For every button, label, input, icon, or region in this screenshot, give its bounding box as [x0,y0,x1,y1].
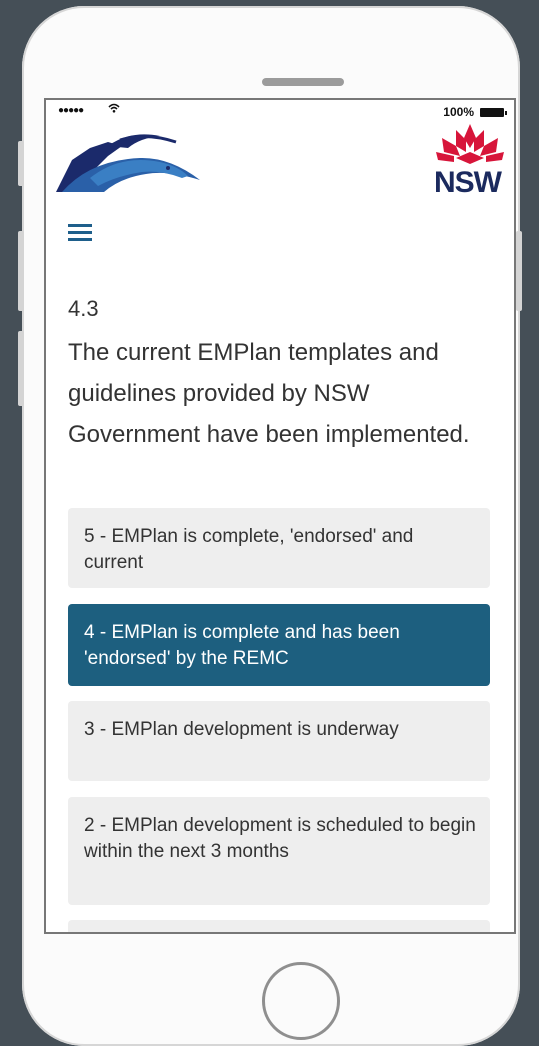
speaker-grille [262,78,344,86]
option-5-complete-endorsed-current[interactable]: 5 - EMPlan is complete, 'endorsed' and c… [68,508,490,588]
volume-down-button [18,331,24,406]
power-button [516,231,522,311]
nsw-logo-text: NSW [434,166,502,199]
councils-dolphin-logo [50,120,220,200]
volume-up-button [18,231,24,311]
mute-switch [18,141,24,186]
battery-percent: 100% [443,105,474,119]
home-button[interactable] [262,962,340,1040]
question-text: The current EMPlan templates and guideli… [68,339,470,448]
hamburger-menu-icon[interactable] [68,224,92,242]
option-2-development-scheduled[interactable]: 2 - EMPlan development is scheduled to b… [68,797,490,905]
nsw-government-logo: NSW [430,122,510,199]
signal-strength-icon: ●●●●● [58,105,84,116]
question-number: 4.3 [68,296,99,321]
phone-screen: ●●●●● 100% NSW 4.3 The current EMPlan te… [44,98,516,934]
wifi-icon [108,103,120,116]
option-4-endorsed-by-remc[interactable]: 4 - EMPlan is complete and has been 'end… [68,604,490,686]
status-bar: ●●●●● 100% [46,100,514,122]
battery-icon [480,108,507,117]
option-next-partial[interactable] [68,920,490,932]
option-3-development-underway[interactable]: 3 - EMPlan development is underway [68,701,490,781]
